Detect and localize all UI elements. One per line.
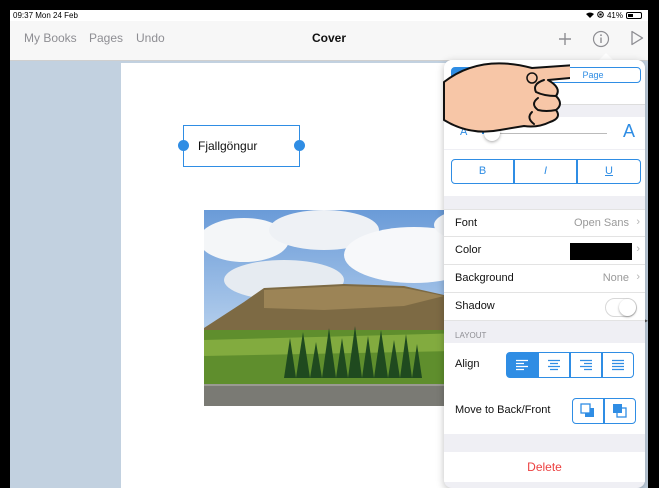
chevron-right-icon: ›	[636, 243, 640, 255]
color-label: Color	[455, 244, 482, 256]
color-swatch	[570, 243, 632, 260]
font-label: Font	[455, 217, 478, 229]
battery-icon	[626, 12, 642, 19]
my-books-button[interactable]: My Books	[24, 31, 77, 45]
shadow-label: Shadow	[455, 300, 495, 312]
move-to-back-button[interactable]	[572, 398, 604, 424]
move-label: Move to Back/Front	[455, 404, 551, 416]
chevron-right-icon: ›	[636, 216, 640, 228]
italic-button[interactable]: I	[514, 159, 577, 184]
align-justify-button[interactable]	[602, 352, 634, 378]
align-left-button[interactable]	[506, 352, 538, 378]
align-center-icon	[548, 359, 560, 371]
font-row[interactable]: Font Open Sans ›	[444, 209, 645, 237]
align-left-icon	[516, 359, 528, 371]
delete-button[interactable]: Delete	[444, 452, 645, 474]
align-right-button[interactable]	[570, 352, 602, 378]
undo-button[interactable]: Undo	[136, 31, 165, 45]
align-row: Align	[444, 343, 645, 388]
align-right-icon	[580, 359, 592, 371]
background-value: None	[602, 272, 629, 284]
move-to-front-button[interactable]	[604, 398, 636, 424]
resize-handle-left[interactable]	[178, 140, 189, 151]
delete-row[interactable]: Delete	[444, 452, 645, 482]
shadow-toggle[interactable]	[605, 298, 637, 317]
pointing-hand-icon	[443, 62, 570, 133]
battery-percent: 41%	[606, 11, 623, 20]
background-label: Background	[455, 272, 514, 284]
move-row: Move to Back/Front	[444, 387, 645, 434]
ipad-screen: 09:37 Mon 24 Feb 41% My Books Pages Undo…	[10, 10, 648, 488]
resize-handle-right[interactable]	[294, 140, 305, 151]
background-row[interactable]: Background None ›	[444, 265, 645, 293]
color-row[interactable]: Color ›	[444, 237, 645, 265]
underline-button[interactable]: U	[577, 159, 641, 184]
text-style-row: B I U	[444, 150, 645, 196]
selected-text-box[interactable]: Fjallgöngur	[178, 125, 305, 167]
font-value: Open Sans	[573, 217, 629, 229]
font-size-large-label: A	[622, 121, 635, 141]
layout-section-header: LAYOUT	[455, 331, 487, 340]
move-to-back-icon	[580, 403, 594, 417]
align-center-button[interactable]	[538, 352, 570, 378]
play-icon[interactable]	[630, 30, 644, 51]
shadow-row: Shadow	[444, 293, 645, 321]
move-to-front-icon	[613, 404, 627, 418]
status-bar: 09:37 Mon 24 Feb 41%	[10, 10, 648, 21]
bold-button[interactable]: B	[451, 159, 514, 184]
wifi-icon	[585, 11, 594, 20]
info-icon[interactable]	[592, 30, 610, 53]
text-box-content[interactable]: Fjallgöngur	[198, 139, 257, 153]
align-label: Align	[455, 358, 480, 370]
pages-button[interactable]: Pages	[89, 31, 123, 45]
status-right: 41%	[585, 11, 642, 20]
chevron-right-icon: ›	[636, 271, 640, 283]
align-justify-icon	[612, 359, 624, 371]
status-time-date: 09:37 Mon 24 Feb	[13, 11, 78, 20]
orientation-lock-icon	[597, 11, 604, 20]
